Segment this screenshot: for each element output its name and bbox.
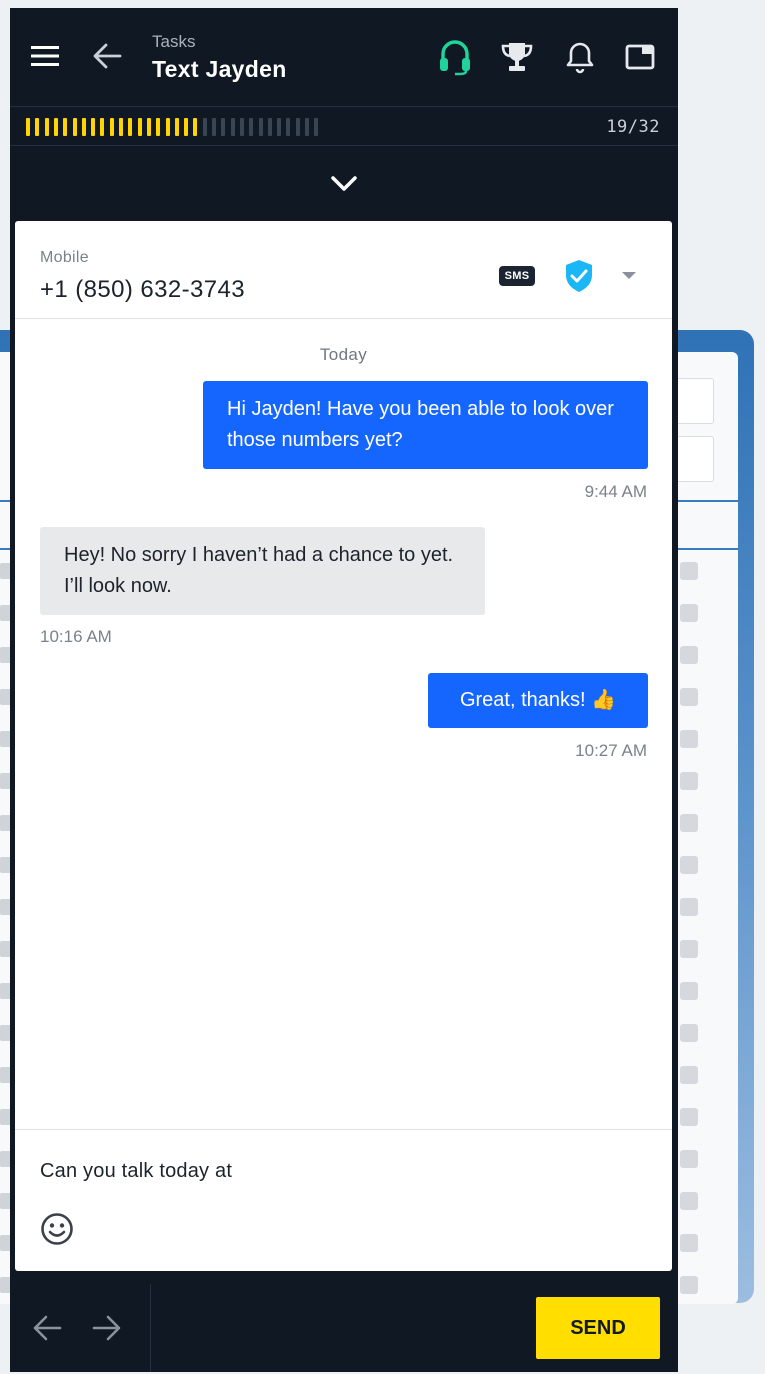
progress-segment [72,118,77,136]
progress-segment [286,118,291,136]
background-row-checkbox[interactable] [680,940,698,958]
progress-segment [100,118,105,136]
progress-segment [212,118,216,136]
progress-segment [128,118,133,136]
background-row-checkbox[interactable] [680,646,698,664]
progress-segment [295,118,300,136]
progress-segment [184,118,189,136]
background-row-checkbox[interactable] [680,730,698,748]
next-arrow-icon[interactable] [92,1314,122,1342]
message-bubble-outgoing: Great, thanks! 👍 [428,673,648,728]
contact-type-label: Mobile [40,249,89,266]
contact-header: Mobile +1 (850) 632-3743 SMS [15,221,672,319]
progress-segment [81,118,86,136]
progress-segment [156,118,161,136]
progress-segment [230,118,235,136]
background-row-checkbox[interactable] [680,1192,698,1210]
progress-segment [258,118,263,136]
popout-window-icon[interactable] [625,44,655,70]
shield-check-icon [566,260,592,292]
headset-icon[interactable] [438,38,472,76]
progress-segment [44,118,49,136]
background-row-checkbox[interactable] [680,604,698,622]
progress-segment [53,118,58,136]
progress-segment [221,118,226,136]
chevron-down-icon[interactable] [330,175,358,193]
progress-segment [249,118,254,136]
background-row-checkbox[interactable] [680,898,698,916]
date-separator: Today [319,345,368,364]
message-timestamp: 10:16 AM [40,627,112,646]
top-bar: Tasks Text Jayden [10,8,678,106]
emoji-icon[interactable] [40,1212,74,1246]
progress-segment [314,118,319,136]
background-row-checkbox[interactable] [680,1276,698,1294]
background-row-checkbox[interactable] [680,562,698,580]
progress-segment [239,118,244,136]
background-row-checkbox[interactable] [680,982,698,1000]
message-input[interactable] [40,1154,640,1188]
collapse-toggle[interactable] [10,147,678,220]
progress-segment [165,118,170,136]
background-row-checkbox[interactable] [680,1108,698,1126]
back-arrow-icon[interactable] [92,42,122,70]
menu-icon[interactable] [30,44,60,68]
progress-segment [91,118,96,136]
background-row-checkbox[interactable] [680,1024,698,1042]
progress-segment [277,118,282,136]
background-row-checkbox[interactable] [680,772,698,790]
progress-segment [26,118,30,136]
message-composer [15,1129,672,1271]
send-button[interactable]: SEND [536,1297,660,1359]
background-row-checkbox[interactable] [680,1234,698,1252]
message-timestamp: 9:44 AM [584,482,647,501]
progress-segment [35,118,40,136]
texting-panel: Tasks Text Jayden 19/32 Mobile +1 (850) … [10,8,678,1372]
progress-segment [63,118,68,136]
bell-icon[interactable] [565,40,595,74]
previous-arrow-icon[interactable] [32,1314,62,1342]
background-row-checkbox[interactable] [680,688,698,706]
background-row-checkbox[interactable] [680,1150,698,1168]
task-progress: 19/32 [10,106,678,146]
footer-bar: SEND [10,1284,678,1372]
progress-segment [146,118,151,136]
caret-down-icon[interactable] [621,271,637,281]
progress-count: 19/32 [606,117,660,137]
breadcrumb: Tasks [152,32,196,51]
background-row-checkbox[interactable] [680,1066,698,1084]
message-bubble-outgoing: Hi Jayden! Have you been able to look ov… [203,381,648,469]
progress-segment [137,118,142,136]
progress-segment [305,118,309,136]
sms-badge: SMS [499,266,535,286]
progress-segment [193,118,198,136]
conversation-card: Mobile +1 (850) 632-3743 SMS Today Hi Ja… [15,221,672,1271]
footer-divider [150,1284,151,1372]
progress-segment [174,118,179,136]
page-title: Text Jayden [152,56,287,82]
progress-segment [109,118,114,136]
progress-segment [267,118,272,136]
progress-segment [202,118,207,136]
message-timestamp: 10:27 AM [575,741,647,760]
progress-segment [119,118,123,136]
background-row-checkbox[interactable] [680,814,698,832]
message-bubble-incoming: Hey! No sorry I haven’t had a chance to … [40,527,485,615]
contact-phone-number: +1 (850) 632-3743 [40,276,245,303]
background-row-checkbox[interactable] [680,856,698,874]
trophy-icon[interactable] [500,40,534,74]
